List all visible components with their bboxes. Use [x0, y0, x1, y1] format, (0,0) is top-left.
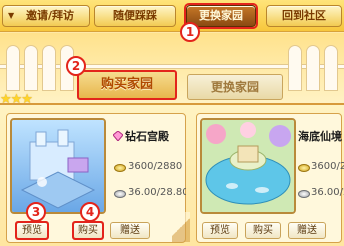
- diamond-palace-thumbnail[interactable]: [10, 118, 106, 214]
- preview-button-2-label: 预览: [210, 225, 230, 236]
- step-marker-2: 2: [66, 56, 86, 76]
- buy-button-1[interactable]: 购买: [72, 221, 104, 240]
- gift-button-1[interactable]: 赠送: [110, 222, 150, 239]
- nav-random-visit-button[interactable]: 随便踩踩: [94, 5, 176, 27]
- step-marker-1: 1: [180, 22, 200, 42]
- tab-buy-home-label: 购买家园: [100, 77, 153, 92]
- home-shop-window: ▼ 邀请/拜访 随便踩踩 更换家园 回到社区 ★★★ 购买家园 更换家园 钻石宫…: [0, 0, 344, 246]
- diamond-icon: [113, 131, 123, 141]
- nav-back-community-button[interactable]: 回到社区: [266, 5, 342, 27]
- gift-button-1-label: 赠送: [120, 225, 140, 236]
- step-marker-4: 4: [80, 202, 100, 222]
- tab-change-home[interactable]: 更换家园: [187, 74, 283, 100]
- undersea-paradise-thumbnail[interactable]: [200, 118, 296, 214]
- nav-change-home-label: 更换家园: [199, 9, 243, 22]
- preview-button-2[interactable]: 预览: [202, 222, 238, 239]
- gold-coin-icon: [114, 164, 126, 172]
- home-name-1: 钻石宫殿: [125, 130, 169, 143]
- preview-button-1[interactable]: 预览: [15, 221, 49, 240]
- tab-change-home-label: 更换家园: [210, 80, 259, 94]
- nav-invite-visit-button[interactable]: ▼ 邀请/拜访: [2, 5, 90, 27]
- gold-coin-icon: [298, 164, 310, 172]
- page-curl-decoration: [172, 212, 190, 242]
- nav-random-visit-label: 随便踩踩: [113, 9, 157, 22]
- silver-coin-icon: [298, 190, 310, 198]
- fence-post: [6, 45, 20, 91]
- gift-button-2[interactable]: 赠送: [288, 222, 326, 239]
- buy-button-2-label: 购买: [253, 225, 273, 236]
- nav-invite-visit-label: 邀请/拜访: [25, 9, 75, 22]
- tab-buy-home[interactable]: 购买家园: [77, 70, 177, 100]
- buy-button-1-label: 购买: [78, 225, 98, 236]
- buy-button-2[interactable]: 购买: [245, 222, 281, 239]
- fence-post: [324, 45, 338, 91]
- fence-post: [24, 45, 38, 91]
- fence-post: [288, 45, 302, 91]
- gift-button-2-label: 赠送: [297, 225, 317, 236]
- nav-back-community-label: 回到社区: [282, 9, 326, 22]
- silver-price-1: 36.00/28.80: [128, 187, 186, 198]
- top-nav-bar: ▼ 邀请/拜访 随便踩踩 更换家园 回到社区: [0, 0, 344, 32]
- fence-post: [42, 45, 56, 91]
- gold-price-1: 3600/2880: [128, 161, 183, 172]
- preview-button-1-label: 预览: [22, 225, 42, 236]
- silver-price-2: 36.00/28.80: [311, 187, 344, 198]
- gold-price-2: 3600/2880: [311, 161, 344, 172]
- step-marker-3: 3: [26, 202, 46, 222]
- home-name-2: 海底仙境: [298, 130, 342, 143]
- fence-post: [306, 45, 320, 91]
- dropdown-arrow-icon: ▼: [8, 11, 15, 20]
- silver-coin-icon: [114, 190, 126, 198]
